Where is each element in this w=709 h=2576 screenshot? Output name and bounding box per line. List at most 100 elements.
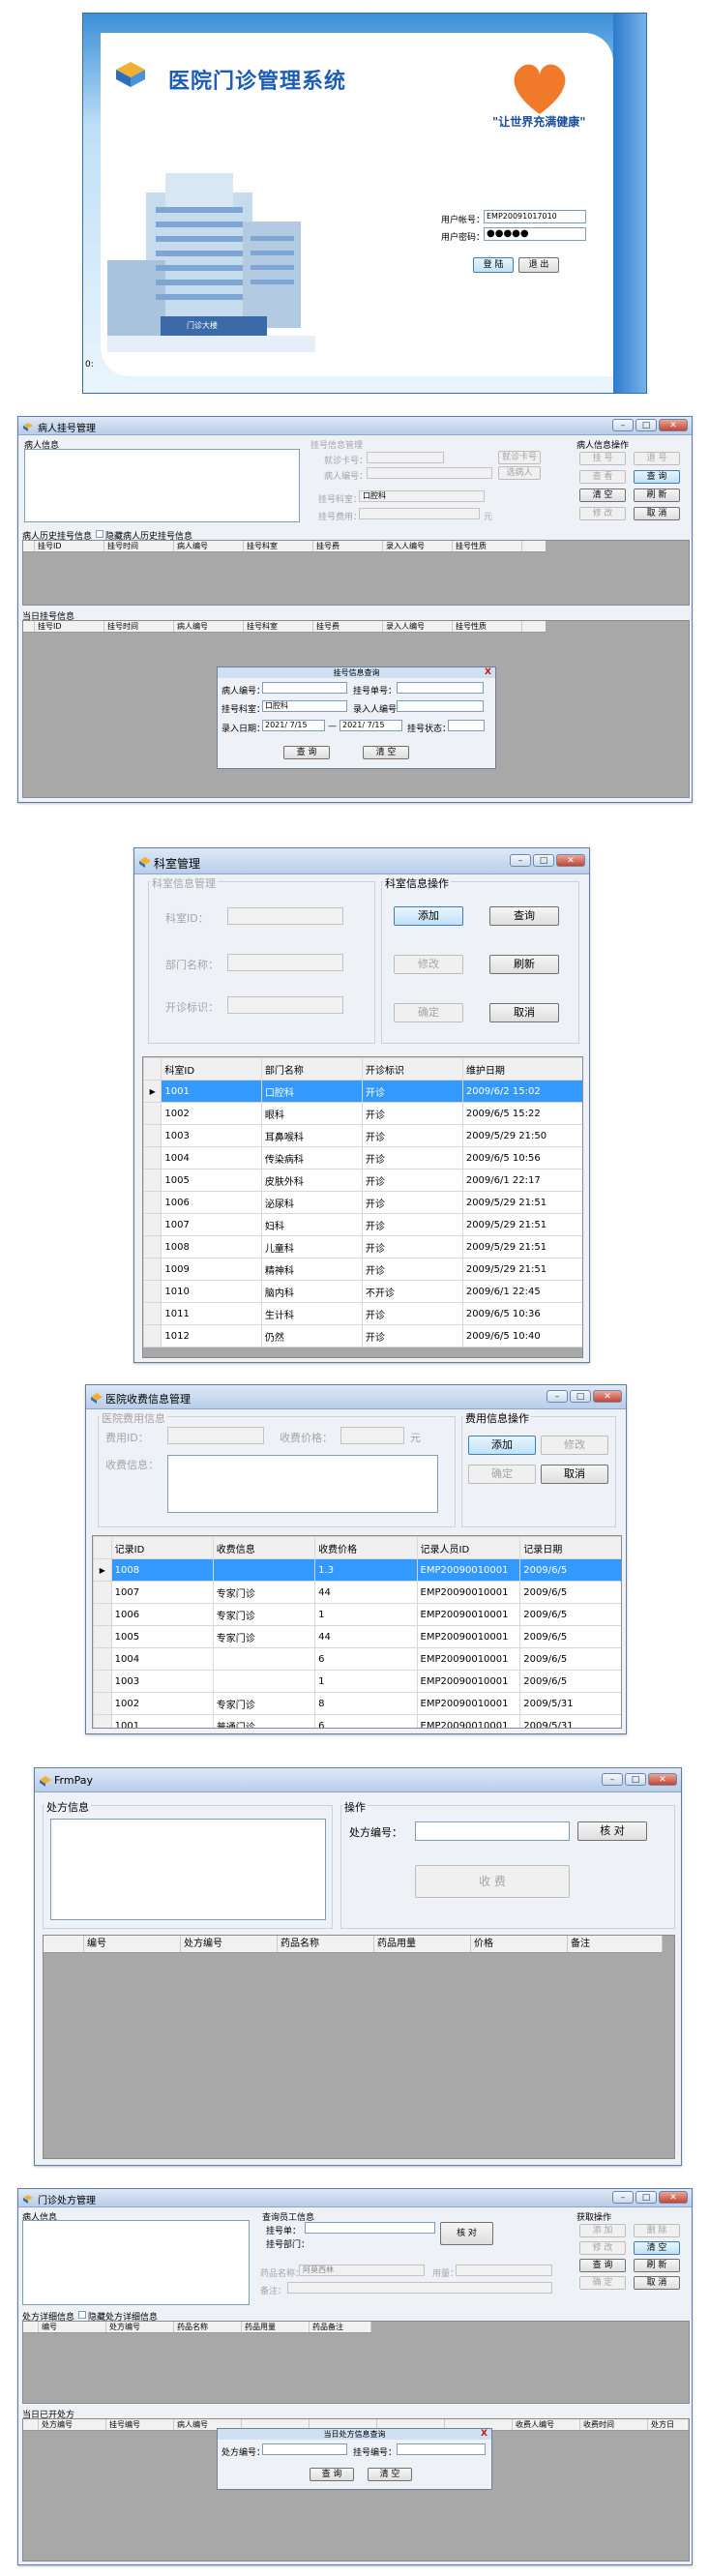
table-row[interactable]: 1005 皮肤外科 开诊 2009/6/1 22:17 [143,1169,582,1192]
table-cell[interactable]: 1010 [161,1280,262,1303]
table-cell[interactable]: 眼科 [260,1102,363,1125]
q-patient-input[interactable] [262,682,347,694]
cancel-reg-button[interactable]: 退 号 [634,452,680,465]
fee-add-button[interactable]: 添加 [468,1436,536,1455]
maximize-button[interactable]: □ [635,419,657,431]
table-row[interactable]: 1010 脑内科 不开诊 2009/6/1 22:45 [143,1280,582,1303]
clear-button[interactable]: 清 空 [579,489,626,502]
rq-clear-button[interactable]: 清 空 [368,2468,412,2481]
rq-reg-input[interactable] [397,2443,486,2455]
table-cell[interactable]: 普通门诊 [212,1714,316,1728]
table-cell[interactable]: 开诊 [361,1258,463,1281]
minimize-button[interactable]: – [612,419,634,431]
fee-edit-button[interactable]: 修改 [541,1436,608,1455]
column-header[interactable]: 收费价格 [314,1536,418,1559]
pay-rx-input[interactable] [415,1821,570,1841]
dept-query-button[interactable]: 查询 [489,906,559,926]
q-date-to[interactable]: 2021/ 7/15 [340,720,402,731]
table-cell[interactable]: 6 [314,1647,418,1671]
rx-reg-input[interactable] [305,2222,435,2234]
table-cell[interactable]: 2009/6/5 15:22 [461,1102,582,1125]
refresh-button[interactable]: 刷 新 [634,489,680,502]
table-row[interactable]: 1005 专家门诊 44 EMP20090010001 2009/6/5 [93,1625,621,1648]
rx-query-button[interactable]: 查 询 [579,2259,626,2272]
fee-grid[interactable]: 记录ID 收费信息 收费价格 记录人员ID 记录日期 ▶ 1008 1.3 EMP2009001… [92,1535,622,1729]
dept-add-button[interactable]: 添加 [394,906,463,926]
fee-cancel-button[interactable]: 取消 [541,1465,608,1484]
table-cell[interactable]: 仍然 [260,1324,363,1347]
table-cell[interactable]: 2009/5/29 21:50 [461,1124,582,1147]
table-cell[interactable]: 1002 [110,1692,214,1715]
table-cell[interactable]: 2009/6/5 [519,1670,621,1693]
patient-info-box[interactable] [24,449,300,522]
table-row[interactable]: 1007 妇科 开诊 2009/5/29 21:51 [143,1213,582,1236]
query-button[interactable]: 查 询 [634,470,680,484]
table-cell[interactable] [212,1670,316,1693]
table-cell[interactable]: 皮肤外科 [260,1169,363,1192]
rx-drug-select[interactable]: 阿莫西林 [299,2265,425,2276]
rx-add-button[interactable]: 添 加 [579,2224,626,2237]
table-row[interactable]: 1012 仍然 开诊 2009/6/5 10:40 [143,1324,582,1347]
table-row[interactable]: 1001 普通门诊 6 EMP20090010001 2009/5/31 [93,1714,621,1728]
table-cell[interactable]: EMP20090010001 [416,1670,521,1693]
table-cell[interactable]: 开诊 [361,1191,463,1214]
table-cell[interactable]: 专家门诊 [212,1692,316,1715]
table-cell[interactable]: 精神科 [260,1258,363,1281]
rx-patient-box[interactable] [22,2220,250,2305]
table-cell[interactable]: 1009 [161,1258,262,1281]
table-row[interactable]: 1007 专家门诊 44 EMP20090010001 2009/6/5 [93,1581,621,1604]
dept-name-input[interactable] [227,954,343,971]
close-button[interactable]: ✕ [556,854,585,867]
edit-button[interactable]: 修 改 [579,507,626,520]
rq-query-button[interactable]: 查 询 [310,2468,354,2481]
q-entry-input[interactable] [397,700,484,712]
dept-cancel-button[interactable]: 取消 [489,1003,559,1022]
table-cell[interactable]: 1007 [110,1581,214,1604]
table-row[interactable]: 1009 精神科 开诊 2009/5/29 21:51 [143,1258,582,1281]
table-cell[interactable]: 妇科 [260,1213,363,1236]
pay-grid[interactable]: 编号 处方编号 药品名称 药品用量 价格 备注 [43,1935,675,2159]
history-grid[interactable]: 挂号ID 挂号时间 病人编号 挂号科室 挂号费 录入人编号 挂号性质 [22,540,690,606]
hide-detail-checkbox[interactable] [78,2311,86,2319]
q-dept-select[interactable]: 口腔科 [262,700,347,712]
q-reg-input[interactable] [397,682,484,694]
table-cell[interactable] [212,1558,316,1582]
table-cell[interactable]: 1002 [161,1102,262,1125]
rx-check-button[interactable]: 核 对 [440,2222,493,2245]
table-cell[interactable]: 1005 [110,1625,214,1648]
table-cell[interactable]: 2009/5/29 21:51 [461,1258,582,1281]
maximize-button[interactable]: □ [570,1390,591,1403]
table-cell[interactable]: 开诊 [361,1124,463,1147]
column-header[interactable]: 科室ID [161,1057,262,1081]
table-cell[interactable]: 1001 [161,1080,262,1103]
row-header[interactable] [93,1603,112,1626]
card-read-button[interactable]: 就诊卡号 [498,451,541,464]
table-cell[interactable]: 6 [314,1714,418,1728]
row-header[interactable] [143,1258,162,1281]
account-input[interactable]: EMP20091017010 [484,210,586,223]
row-header[interactable] [143,1280,162,1303]
fee-desc-input[interactable] [167,1455,438,1513]
current-row-arrow-icon[interactable]: ▶ [143,1080,162,1103]
table-row[interactable]: 1002 眼科 开诊 2009/6/5 15:22 [143,1102,582,1125]
dept-table[interactable]: 科室ID 部门名称 开诊标识 维护日期 ▶ 1001 口腔科 开诊 2009/6/2 15:02… [143,1057,582,1347]
row-header[interactable] [93,1714,112,1728]
table-row[interactable]: 1006 泌尿科 开诊 2009/5/29 21:51 [143,1191,582,1214]
maximize-button[interactable]: □ [625,1773,646,1786]
table-cell[interactable]: EMP20090010001 [416,1692,521,1715]
table-row[interactable]: 1006 专家门诊 1 EMP20090010001 2009/6/5 [93,1603,621,1626]
table-cell[interactable]: 1004 [161,1146,262,1170]
cancel-button[interactable]: 取 消 [634,507,680,520]
q-clear-button[interactable]: 清 空 [363,746,409,759]
fee-ok-button[interactable]: 确定 [468,1465,536,1484]
pay-check-button[interactable]: 核 对 [577,1821,647,1841]
hide-history-checkbox[interactable] [96,530,103,538]
fee-id-input[interactable] [167,1427,264,1444]
exit-button[interactable]: 退 出 [518,257,559,273]
table-cell[interactable]: 2009/5/29 21:51 [461,1235,582,1258]
table-cell[interactable]: 1003 [161,1124,262,1147]
row-header[interactable] [93,1581,112,1604]
table-row[interactable]: 1004 传染病科 开诊 2009/6/5 10:56 [143,1146,582,1170]
rq-rx-input[interactable] [262,2443,347,2455]
table-row[interactable]: 1003 耳鼻喉科 开诊 2009/5/29 21:50 [143,1124,582,1147]
